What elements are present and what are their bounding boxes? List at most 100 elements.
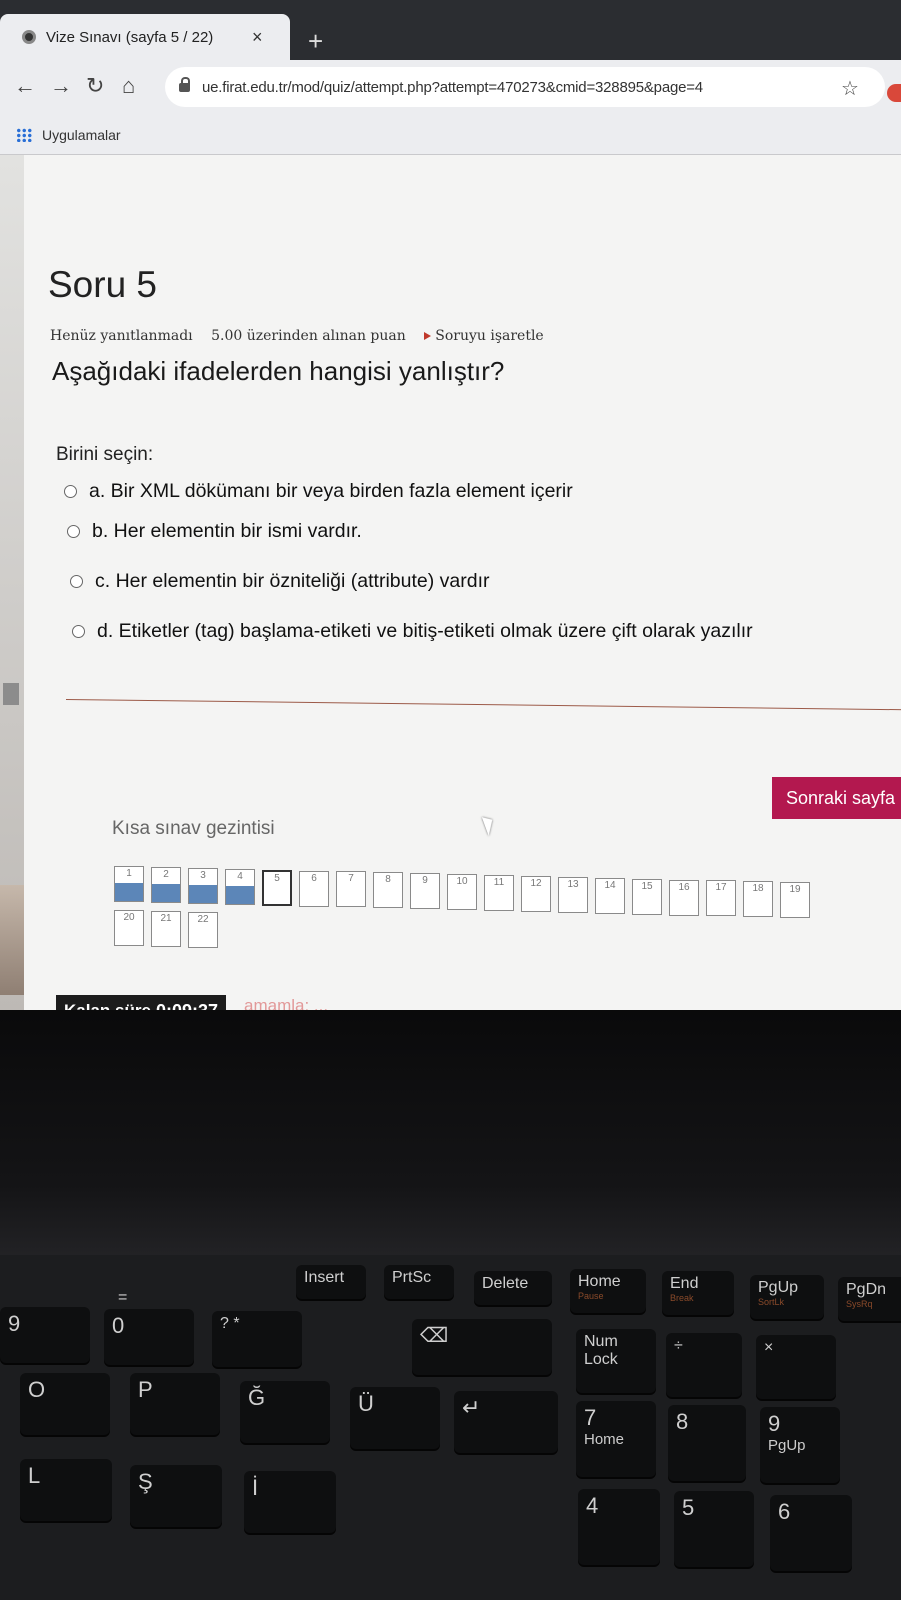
flag-label: Soruyu işaretle bbox=[435, 328, 544, 344]
key-end: End Break bbox=[662, 1271, 734, 1315]
key-numpad-7: 7 Home bbox=[576, 1401, 656, 1477]
close-tab-icon[interactable]: × bbox=[252, 27, 263, 48]
quiz-nav-button-6[interactable]: 6 bbox=[299, 870, 329, 907]
key-0: 0 bbox=[104, 1309, 194, 1365]
quiz-nav-number: 8 bbox=[385, 874, 391, 886]
quiz-nav-number: 1 bbox=[126, 868, 132, 879]
key-l: L bbox=[20, 1459, 112, 1521]
browser-tab[interactable]: Vize Sınavı (sayfa 5 / 22) × bbox=[0, 14, 290, 60]
answered-indicator bbox=[115, 883, 143, 901]
quiz-nav-button-18[interactable]: 18 bbox=[743, 881, 773, 918]
next-page-button[interactable]: Sonraki sayfa bbox=[772, 777, 901, 819]
option-label[interactable]: b. Her elementin bir ismi vardır. bbox=[92, 520, 362, 543]
answered-indicator bbox=[189, 884, 217, 903]
key-9: 9 bbox=[0, 1307, 90, 1363]
key-pgdn: PgDn SysRq bbox=[838, 1277, 901, 1321]
key-numpad-6: 6 bbox=[770, 1495, 852, 1571]
flag-icon bbox=[424, 332, 432, 340]
quiz-navigation-title: Kısa sınav gezintisi bbox=[112, 818, 275, 839]
option-label[interactable]: d. Etiketler (tag) başlama-etiketi ve bi… bbox=[97, 620, 753, 643]
option-label[interactable]: a. Bir XML dökümanı bir veya birden fazl… bbox=[89, 480, 573, 503]
browser-toolbar: ← → ↻ ⌂ ue.firat.edu.tr/mod/quiz/attempt… bbox=[0, 60, 901, 116]
radio-button[interactable] bbox=[64, 485, 77, 498]
new-tab-button[interactable]: + bbox=[308, 26, 323, 57]
background-photo bbox=[0, 885, 24, 995]
key-numlock: Num Lock bbox=[576, 1329, 656, 1393]
url-text[interactable]: ue.firat.edu.tr/mod/quiz/attempt.php?att… bbox=[202, 79, 703, 96]
answer-option-c[interactable]: c. Her elementin bir özniteliği (attribu… bbox=[70, 570, 490, 593]
quiz-nav-number: 10 bbox=[456, 876, 468, 888]
key-delete: Delete bbox=[474, 1271, 552, 1305]
quiz-nav-number: 14 bbox=[604, 879, 616, 891]
quiz-nav-button-13[interactable]: 13 bbox=[558, 876, 588, 913]
bookmark-apps[interactable]: Uygulamalar bbox=[42, 127, 121, 143]
question-points: 5.00 üzerinden alınan puan bbox=[211, 328, 406, 344]
flag-question-link[interactable]: Soruyu işaretle bbox=[424, 328, 557, 344]
address-bar[interactable]: ue.firat.edu.tr/mod/quiz/attempt.php?att… bbox=[165, 67, 885, 107]
quiz-nav-number: 19 bbox=[789, 884, 801, 896]
quiz-nav-number: 3 bbox=[200, 869, 206, 881]
key-equals-legend: = bbox=[118, 1289, 128, 1306]
key-numpad-8: 8 bbox=[668, 1405, 746, 1481]
quiz-nav-number: 7 bbox=[348, 873, 354, 885]
question-info: Henüz yanıtlanmadı 5.00 üzerinden alınan… bbox=[50, 328, 572, 344]
key-p: P bbox=[130, 1373, 220, 1435]
quiz-nav-button-17[interactable]: 17 bbox=[706, 880, 736, 917]
answer-option-b[interactable]: b. Her elementin bir ismi vardır. bbox=[67, 520, 362, 543]
option-label[interactable]: c. Her elementin bir özniteliği (attribu… bbox=[95, 570, 490, 593]
radio-button[interactable] bbox=[67, 525, 80, 538]
question-text: Aşağıdaki ifadelerden hangisi yanlıştır? bbox=[52, 356, 505, 386]
left-sidebar-edge bbox=[0, 155, 24, 1010]
question-status: Henüz yanıtlanmadı bbox=[50, 328, 193, 344]
laptop-keyboard: Insert PrtSc Delete Home Pause End Break P… bbox=[0, 1255, 901, 1600]
sidebar-toggle[interactable] bbox=[3, 683, 19, 705]
quiz-nav-button-20[interactable]: 20 bbox=[114, 910, 144, 946]
quiz-nav-button-5[interactable]: 5 bbox=[262, 869, 292, 906]
quiz-nav-button-15[interactable]: 15 bbox=[632, 878, 662, 915]
forward-icon[interactable]: → bbox=[50, 73, 72, 99]
apps-icon[interactable] bbox=[16, 128, 32, 142]
radio-button[interactable] bbox=[70, 575, 83, 588]
quiz-nav-button-2[interactable]: 2 bbox=[151, 866, 181, 903]
key-prtsc: PrtSc bbox=[384, 1265, 454, 1299]
quiz-nav-number: 17 bbox=[715, 882, 727, 894]
bookmarks-bar: Uygulamalar bbox=[0, 116, 901, 155]
quiz-nav-button-11[interactable]: 11 bbox=[484, 875, 514, 911]
home-icon[interactable]: ⌂ bbox=[122, 73, 135, 99]
quiz-nav-button-16[interactable]: 16 bbox=[669, 879, 699, 916]
quiz-nav-button-8[interactable]: 8 bbox=[373, 872, 403, 909]
laptop-bezel bbox=[0, 1010, 901, 1260]
quiz-nav-button-7[interactable]: 7 bbox=[336, 871, 366, 908]
answered-indicator bbox=[226, 885, 254, 904]
lock-icon[interactable] bbox=[179, 76, 190, 92]
radio-button[interactable] bbox=[72, 625, 85, 638]
quiz-nav-button-10[interactable]: 10 bbox=[447, 874, 477, 911]
quiz-nav-button-12[interactable]: 12 bbox=[521, 875, 551, 912]
quiz-nav-button-4[interactable]: 4 bbox=[225, 868, 255, 905]
answer-option-d[interactable]: d. Etiketler (tag) başlama-etiketi ve bi… bbox=[72, 620, 753, 643]
back-icon[interactable]: ← bbox=[14, 73, 36, 99]
key-dotless-i: İ bbox=[244, 1471, 336, 1533]
quiz-nav-number: 13 bbox=[567, 878, 579, 890]
quiz-nav-button-3[interactable]: 3 bbox=[188, 867, 218, 904]
key-s-cedilla: Ş bbox=[130, 1465, 222, 1527]
quiz-nav-button-21[interactable]: 21 bbox=[151, 910, 181, 947]
answered-indicator bbox=[152, 883, 180, 902]
profile-icon[interactable] bbox=[887, 84, 901, 102]
star-icon[interactable]: ☆ bbox=[841, 76, 859, 101]
quiz-nav-button-22[interactable]: 22 bbox=[188, 911, 218, 948]
quiz-nav-number: 21 bbox=[160, 912, 172, 924]
quiz-nav-button-14[interactable]: 14 bbox=[595, 877, 625, 914]
quiz-nav-number: 5 bbox=[274, 872, 280, 884]
tab-title: Vize Sınavı (sayfa 5 / 22) bbox=[46, 28, 214, 46]
key-backspace: ⌫ bbox=[412, 1319, 552, 1375]
answer-option-a[interactable]: a. Bir XML dökümanı bir veya birden fazl… bbox=[64, 480, 573, 503]
quiz-nav-button-9[interactable]: 9 bbox=[410, 873, 440, 910]
reload-icon[interactable]: ↻ bbox=[86, 73, 104, 99]
quiz-nav-button-1[interactable]: 1 bbox=[114, 866, 144, 902]
quiz-nav-number: 11 bbox=[493, 877, 505, 888]
quiz-nav-button-19[interactable]: 19 bbox=[780, 882, 810, 919]
key-numpad-4: 4 bbox=[578, 1489, 660, 1565]
key-g-breve: Ğ bbox=[240, 1381, 330, 1443]
key-insert: Insert bbox=[296, 1265, 366, 1299]
